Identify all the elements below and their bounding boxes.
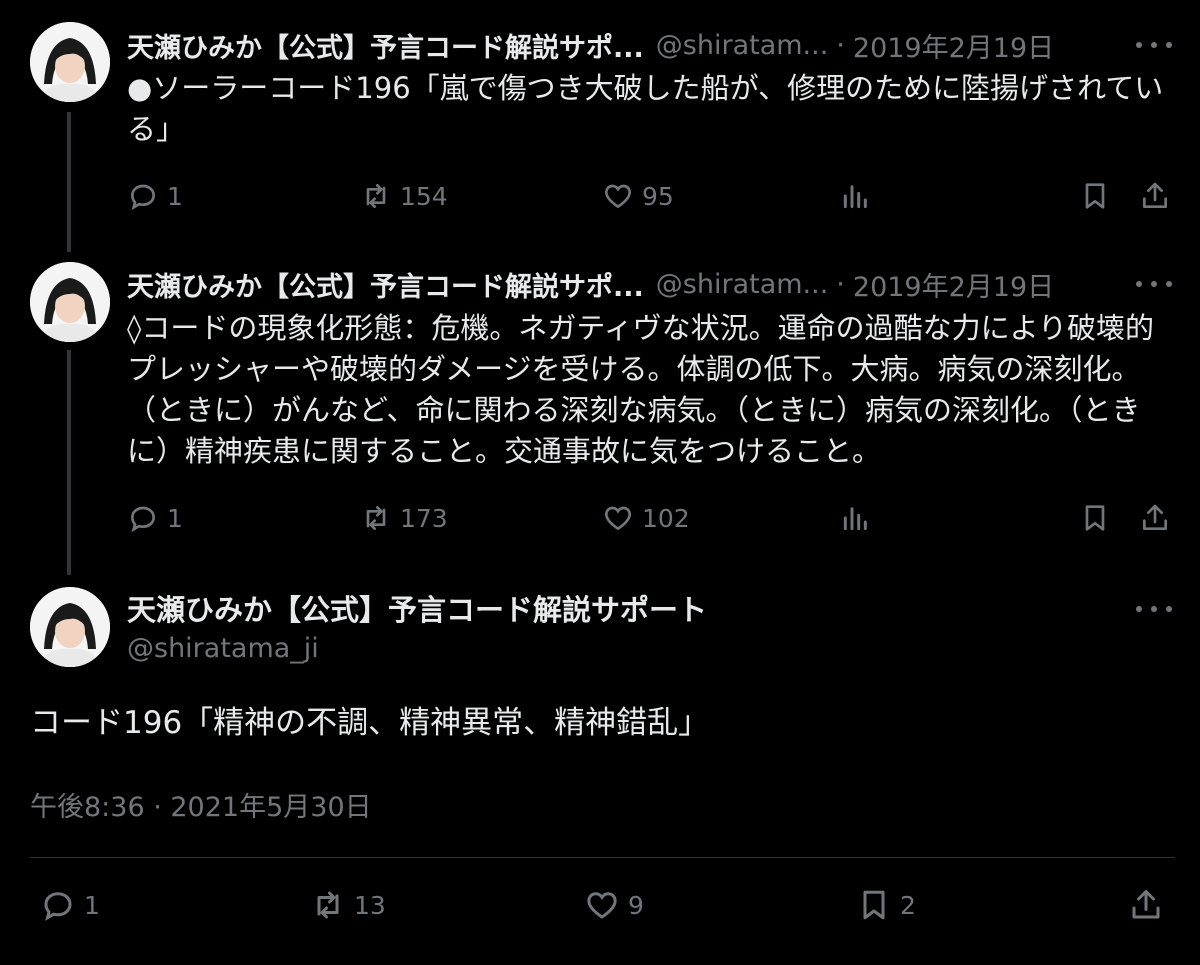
like-button[interactable]: 95 [602,176,674,216]
share-button[interactable] [1128,885,1172,925]
more-icon[interactable] [1136,35,1172,55]
retweet-count: 173 [400,503,448,533]
heart-icon [587,892,617,919]
share-icon [1143,182,1167,208]
thread-tweet-2[interactable]: 天瀬ひみか【公式】予言コード解説サポ... @shiratam... · 201… [0,250,1200,575]
share-button[interactable] [1139,176,1179,216]
tweet-date[interactable]: 2019年2月19日 [853,265,1054,304]
heart-icon [604,506,632,531]
retweet-icon [366,506,386,530]
views-button[interactable] [840,498,880,538]
bookmark-icon [1085,183,1105,209]
analytics-icon [843,507,867,531]
reply-icon [44,892,72,921]
reply-count: 1 [167,181,183,211]
reply-count: 1 [84,890,100,920]
share-icon [1143,504,1167,530]
separator-dot: · [836,29,845,61]
bookmark-button[interactable] [1079,498,1119,538]
username[interactable]: @shiratam... [656,269,829,300]
bookmark-count: 2 [900,890,916,920]
retweet-button[interactable]: 173 [360,498,448,538]
thread-connector-line [67,350,71,575]
like-count: 9 [628,890,644,920]
display-name[interactable]: 天瀬ひみか【公式】予言コード解説サポ... [127,26,644,65]
bookmark-button[interactable] [1079,176,1119,216]
more-icon[interactable] [1136,599,1172,619]
display-name[interactable]: 天瀬ひみか【公式】予言コード解説サポート [127,587,707,629]
share-icon [1132,890,1160,919]
tweet-header: 天瀬ひみか【公式】予言コード解説サポ... @shiratam... · 201… [127,25,1054,65]
avatar[interactable] [30,587,110,667]
tweet-text: ◊コードの現象化形態：危機。ネガティヴな状況。運命の過酷な力により破壊的プレッシ… [127,311,1155,468]
bookmark-button[interactable]: 2 [856,885,916,925]
username[interactable]: @shiratama_ji [127,633,319,664]
retweet-button[interactable]: 154 [360,176,448,216]
tweet-text: ●ソーラーコード196「嵐で傷つき大破した船が、修理のために陸揚げされている」 [127,71,1164,146]
divider [30,857,1175,858]
more-icon[interactable] [1136,274,1172,294]
reply-button[interactable]: 1 [127,176,183,216]
like-button[interactable]: 102 [602,498,690,538]
tweet-header: 天瀬ひみか【公式】予言コード解説サポ... @shiratam... · 201… [127,264,1054,304]
analytics-icon [843,185,867,209]
bookmark-icon [1085,505,1105,531]
tweet-text: コード196「精神の不調、精神異常、精神錯乱」 [30,705,710,741]
like-button[interactable]: 9 [584,885,644,925]
tweet-actions: 1 13 9 2 [40,885,1170,929]
reply-icon [130,506,156,533]
reply-icon [130,184,156,211]
like-count: 95 [642,181,674,211]
retweet-count: 154 [400,181,448,211]
avatar[interactable] [30,22,110,102]
retweet-button[interactable]: 13 [310,885,386,925]
tweet-actions: 1 154 95 [127,176,1177,216]
avatar[interactable] [30,262,110,342]
thread-connector-line [67,112,71,252]
reply-button[interactable]: 1 [127,498,183,538]
bookmark-icon [863,890,885,920]
username[interactable]: @shiratam... [656,30,829,61]
share-button[interactable] [1139,498,1179,538]
main-tweet: 天瀬ひみか【公式】予言コード解説サポート @shiratama_ji コード19… [0,575,1200,965]
retweet-count: 13 [354,890,386,920]
reply-button[interactable]: 1 [40,885,100,925]
tweet-actions: 1 173 102 [127,498,1177,538]
display-name[interactable]: 天瀬ひみか【公式】予言コード解説サポ... [127,265,644,304]
heart-icon [604,184,632,209]
retweet-icon [366,184,386,208]
retweet-icon [317,891,339,919]
thread-tweet-1[interactable]: 天瀬ひみか【公式】予言コード解説サポ... @shiratam... · 201… [0,0,1200,252]
like-count: 102 [642,503,690,533]
separator-dot: · [836,268,845,300]
tweet-date[interactable]: 2019年2月19日 [853,26,1054,65]
views-button[interactable] [840,176,880,216]
reply-count: 1 [167,503,183,533]
tweet-timestamp[interactable]: 午後8:36 · 2021年5月30日 [30,785,372,824]
